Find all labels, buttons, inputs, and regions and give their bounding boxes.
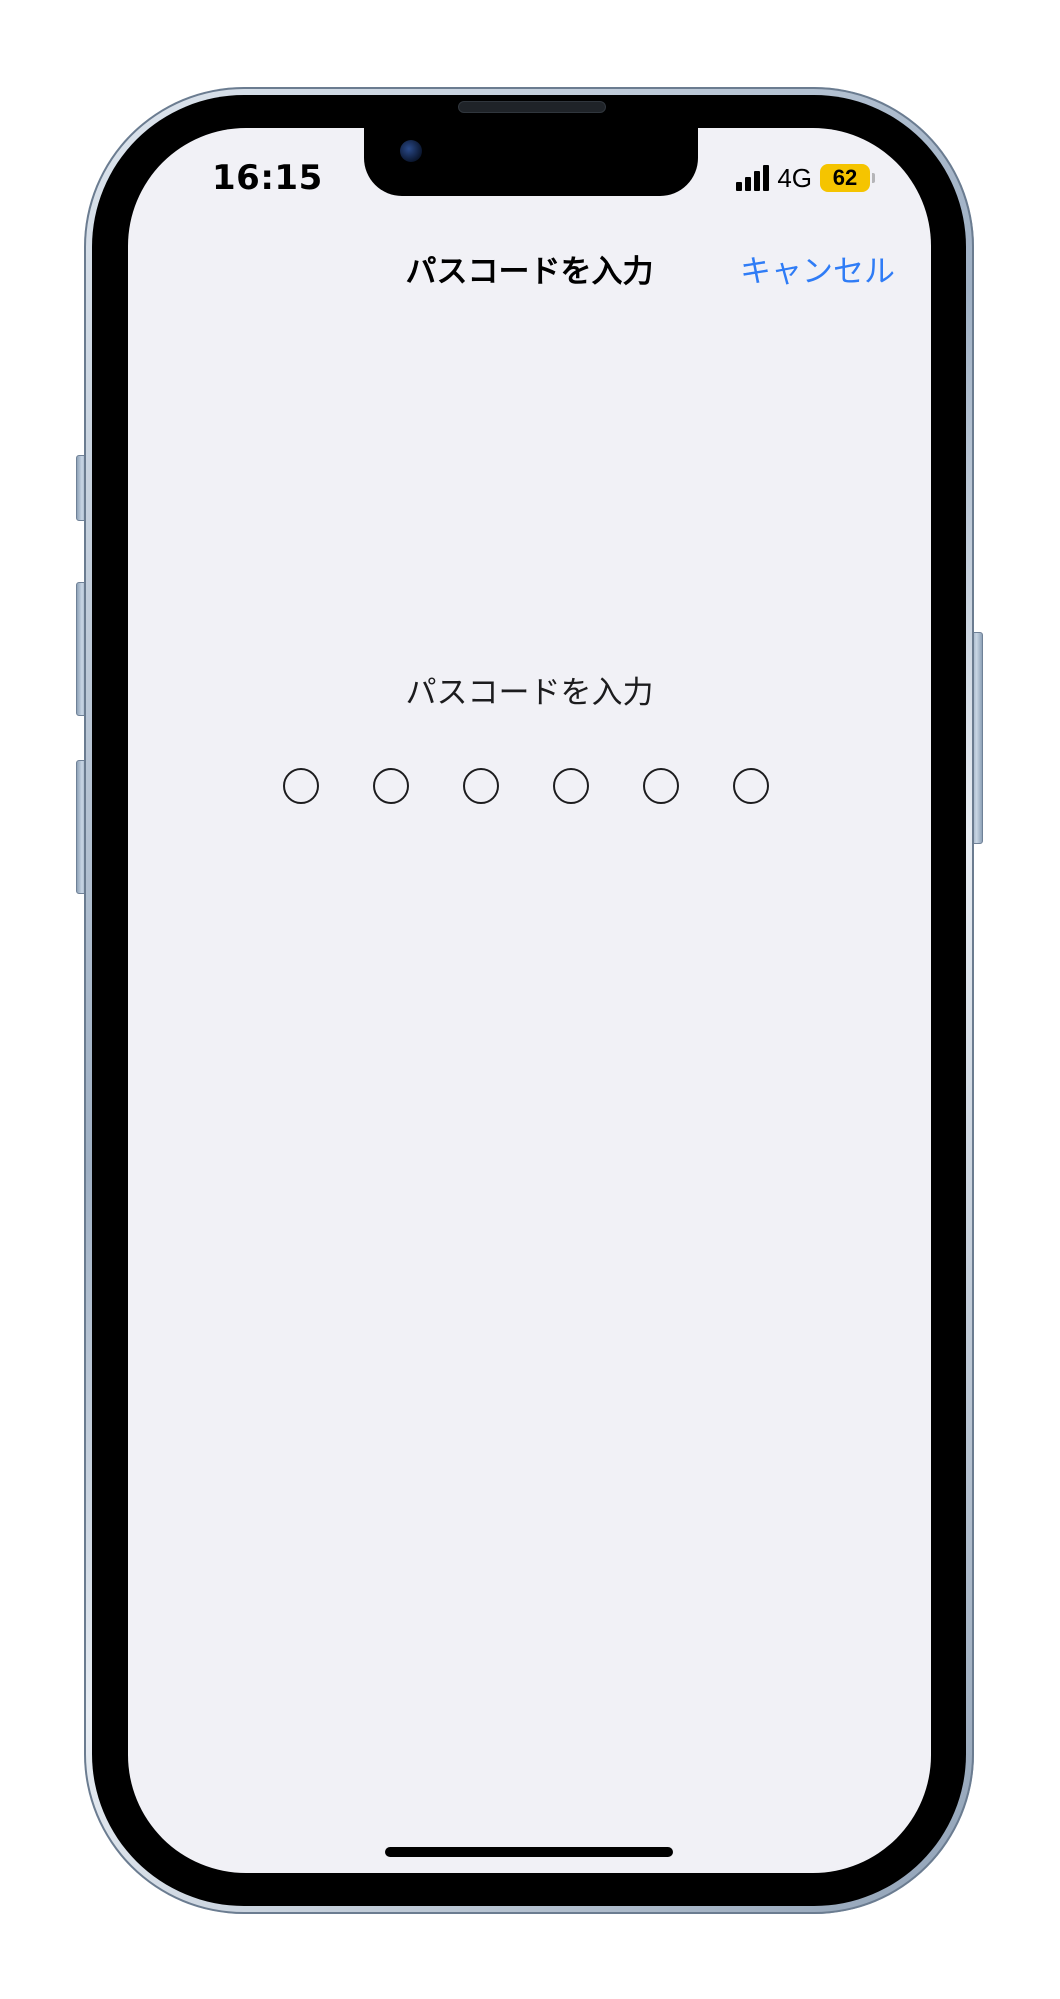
battery-level: 62 [820, 164, 870, 192]
notch [364, 128, 698, 196]
passcode-dot [553, 768, 589, 804]
front-camera [400, 140, 422, 162]
screen: 16:15 4G 62 パスコードを入力 キャンセル パスコードを入力 [128, 128, 931, 1873]
passcode-dot [373, 768, 409, 804]
passcode-dot [283, 768, 319, 804]
earpiece-speaker [458, 101, 606, 113]
cancel-button[interactable]: キャンセル [740, 246, 895, 291]
status-time: 16:15 [212, 158, 323, 198]
home-indicator[interactable] [385, 1847, 673, 1857]
passcode-dot [463, 768, 499, 804]
cellular-signal-icon [736, 165, 770, 191]
device-mockup: 16:15 4G 62 パスコードを入力 キャンセル パスコードを入力 [0, 0, 1060, 1999]
passcode-dots[interactable] [283, 768, 773, 808]
battery-icon: 62 [820, 164, 875, 192]
passcode-dot [733, 768, 769, 804]
passcode-prompt: パスコードを入力 [405, 675, 654, 711]
status-indicators: 4G 62 [736, 161, 875, 195]
network-type: 4G [777, 162, 812, 193]
battery-tip [872, 173, 875, 183]
passcode-dot [643, 768, 679, 804]
